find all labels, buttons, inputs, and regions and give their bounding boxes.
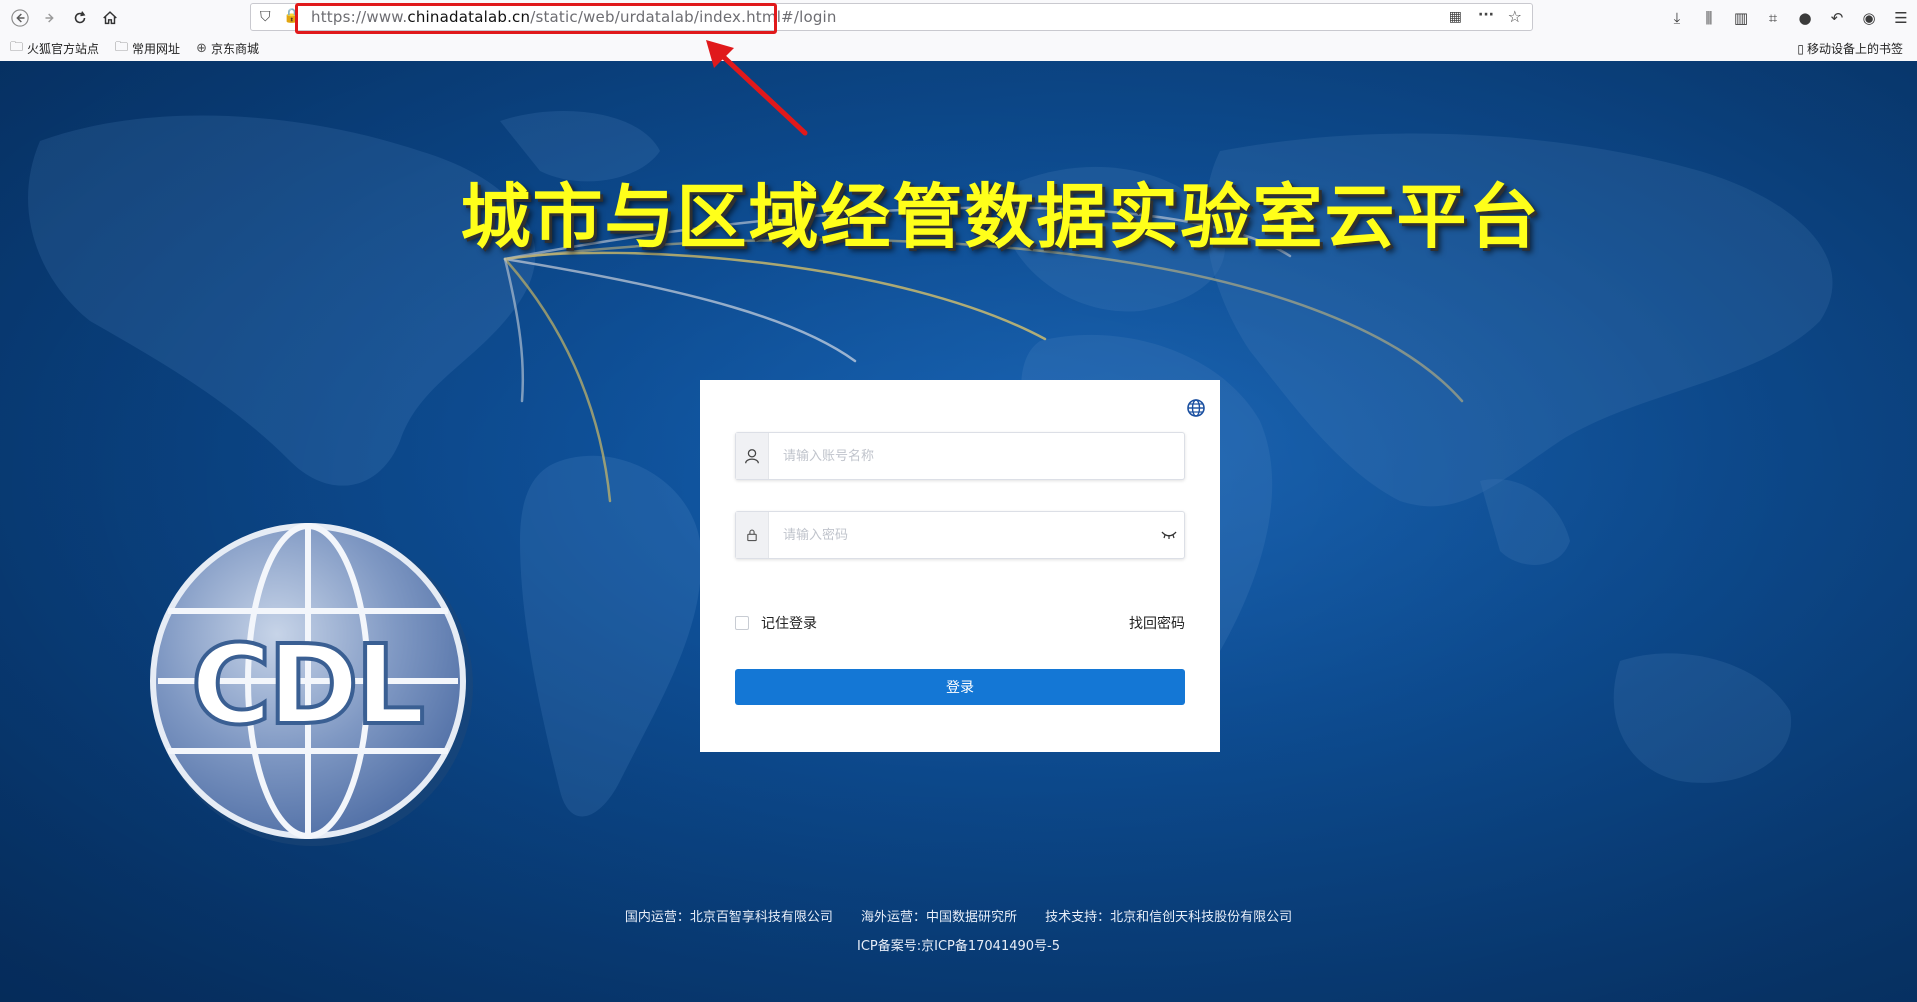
language-globe-icon[interactable] [1186,398,1206,418]
globe-icon: ⊕ [196,41,207,56]
reload-button[interactable] [65,3,95,33]
back-arrow-icon [11,9,29,27]
qr-code-icon[interactable]: ▦ [1449,9,1462,25]
toolbar-right: ⤓ ⫼ ▥ ⌗ ● ↶ ◉ ☰ [1661,0,1917,36]
login-card: 记住登录 找回密码 登录 [700,380,1220,752]
password-field [735,511,1185,559]
back-button[interactable] [5,3,35,33]
footer-domestic: 国内运营：北京百智享科技有限公司 [624,910,833,925]
eye-closed-icon [1161,531,1177,539]
lock-icon: 🔒 [283,8,301,24]
download-icon[interactable]: ⤓ [1661,3,1693,33]
remember-checkbox[interactable] [735,616,749,630]
menu-icon[interactable]: ☰ [1885,3,1917,33]
toggle-password-visibility[interactable] [1154,530,1184,540]
forward-button[interactable] [35,3,65,33]
annotation-arrow [706,40,808,136]
login-button[interactable]: 登录 [735,669,1185,705]
bookmark-item[interactable]: 🗀 常用网址 [115,38,180,60]
chat-icon[interactable]: ● [1789,3,1821,33]
sidebar-icon[interactable]: ▥ [1725,3,1757,33]
lock-icon [736,512,769,558]
footer-support: 技术支持：北京和信创天科技股份有限公司 [1045,910,1293,925]
forward-arrow-icon [45,13,54,23]
shield-icon: ⛉ [260,9,271,25]
username-field [735,432,1185,480]
undo-icon[interactable]: ↶ [1821,3,1853,33]
bookmark-star-icon[interactable]: ☆ [1508,7,1522,26]
remember-login[interactable]: 记住登录 [735,613,817,633]
mobile-bookmarks[interactable]: ▯ 移动设备上的书签 [1797,40,1903,57]
folder-icon: 🗀 [10,39,24,55]
bookmarks-bar: 🗀 火狐官方站点 🗀 常用网址 ⊕ 京东商城 ▯ 移动设备上的书签 [0,36,1917,62]
more-actions-icon[interactable]: ··· [1478,7,1494,23]
home-icon [103,11,117,25]
account-icon[interactable]: ◉ [1853,3,1885,33]
library-icon[interactable]: ⫼ [1693,3,1725,33]
footer-icp[interactable]: ICP备案号:京ICP备17041490号-5 [0,935,1917,954]
url-bar[interactable]: ⛉ 🔒 https://www.chinadatalab.cn/static/w… [250,3,1533,31]
url-text: https://www.chinadatalab.cn/static/web/u… [311,8,837,26]
password-input[interactable] [769,511,1154,559]
bookmark-item[interactable]: 🗀 火狐官方站点 [10,38,99,60]
reload-icon [74,11,86,24]
forgot-password-link[interactable]: 找回密码 [1129,613,1185,633]
username-input[interactable] [769,432,1184,480]
phone-icon: ▯ [1797,41,1804,56]
bookmark-item[interactable]: ⊕ 京东商城 [196,40,259,57]
footer-overseas: 海外运营：中国数据研究所 [860,910,1017,925]
logo-text: CDL [191,621,423,749]
login-page: 城市与区域经管数据实验室云平台 CDL 请输入账号名称 记住登录 找回密码 登录… [0,61,1917,1002]
folder-icon: 🗀 [115,39,129,55]
cdl-logo: CDL [150,523,473,846]
user-icon [736,433,769,479]
footer: 国内运营：北京百智享科技有限公司 海外运营：中国数据研究所 技术支持：北京和信创… [0,906,1917,954]
page-title: 城市与区域经管数据实验室云平台 [460,176,1541,258]
screenshot-icon[interactable]: ⌗ [1757,3,1789,33]
browser-toolbar: ⛉ 🔒 https://www.chinadatalab.cn/static/w… [0,0,1917,36]
home-button[interactable] [95,3,125,33]
